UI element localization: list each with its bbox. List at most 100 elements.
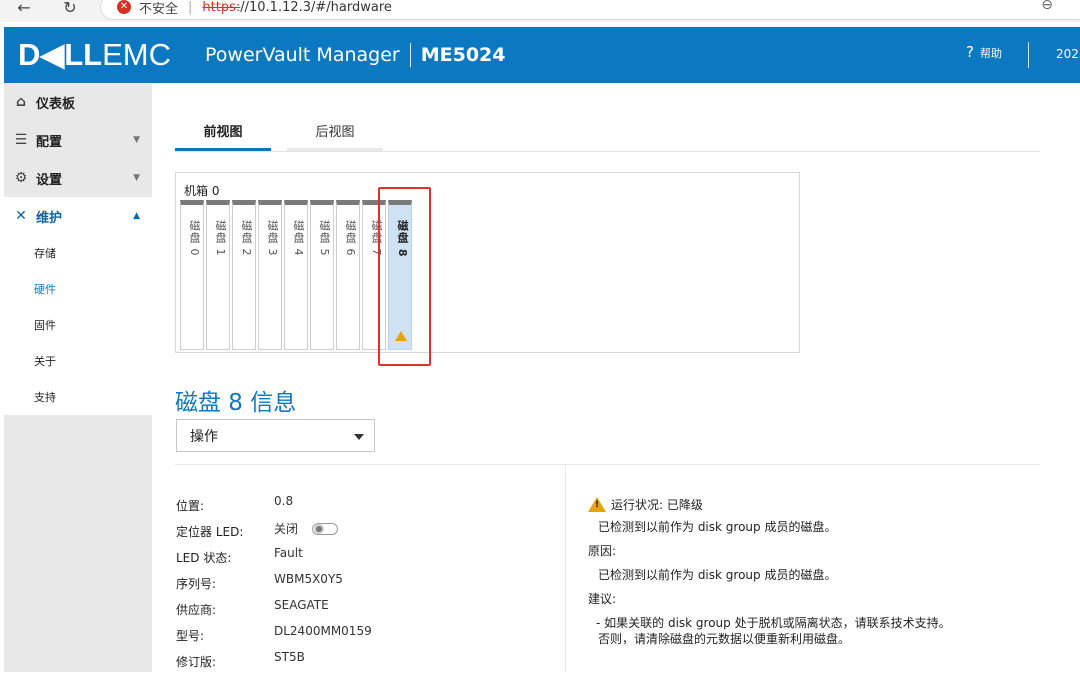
help-button[interactable]: ? 帮助 <box>966 43 1002 61</box>
app-header: D◀LLEMC PowerVault Manager ME5024 ? 帮助 20… <box>4 27 1080 83</box>
chevron-down-icon: ▼ <box>133 135 140 145</box>
property-row: 定位器 LED: 关闭 <box>176 520 556 546</box>
property-value: WBM5X0Y5 <box>274 572 343 586</box>
property-row: 位置: 0.8 <box>176 494 556 520</box>
header-date: 2025- <box>1056 47 1080 61</box>
address-bar[interactable]: ✕ 不安全 | https: //10.1.12.3/#/hardware ⊖ <box>100 0 1080 20</box>
logo-dell-text: D◀LL <box>18 37 103 72</box>
sidebar-item-label: 配置 <box>36 134 63 150</box>
property-label: LED 状态: <box>176 551 232 565</box>
tab-rear-view[interactable]: 后视图 <box>287 113 383 151</box>
sidebar-subitem-storage[interactable]: 存储 <box>4 235 152 271</box>
health-panel: ! 运行状况: 已降级 已检测到以前作为 disk group 成员的磁盘。 原… <box>588 493 1058 647</box>
property-row: 序列号: WBM5X0Y5 <box>176 572 556 598</box>
sidebar-subitem-about[interactable]: 关于 <box>4 343 152 379</box>
disk-slot-label: 磁盘 3 <box>266 220 279 257</box>
property-label: 供应商: <box>176 603 217 617</box>
disk-slot-label: 磁盘 2 <box>240 220 253 257</box>
property-label: 位置: <box>176 499 205 513</box>
disk-slot-label: 磁盘 6 <box>344 220 357 257</box>
column-divider <box>565 464 566 672</box>
property-label: 定位器 LED: <box>176 525 244 539</box>
tab-front-view[interactable]: 前视图 <box>175 113 271 151</box>
gear-icon: ⚙ <box>14 170 28 186</box>
locator-led-state: 关闭 <box>274 522 299 536</box>
sidebar-item-dashboard[interactable]: ⌂ 仪表板 <box>4 83 152 121</box>
disk-info-title: 磁盘 8 信息 <box>175 390 297 416</box>
disk-slot[interactable]: 磁盘 3 <box>258 200 282 350</box>
logo-emc-text: EMC <box>102 37 171 72</box>
disk-slot[interactable]: 磁盘 1 <box>206 200 230 350</box>
sidebar-item-label: 设置 <box>36 172 63 188</box>
view-tabs: 前视图 后视图 <box>175 113 1040 152</box>
property-label: 型号: <box>176 629 205 643</box>
sidebar-item-maintenance[interactable]: ✕ 维护 ▲ <box>4 197 152 235</box>
url-scheme: https: <box>202 0 241 15</box>
advice-text: - 如果关联的 disk group 处于脱机或隔离状态，请联系技术支持。 否则… <box>588 615 1058 647</box>
sidebar-subitem-hardware[interactable]: 硬件 <box>4 271 152 307</box>
insecure-warning-icon[interactable]: ✕ <box>117 0 131 14</box>
property-row: 供应商: SEAGATE <box>176 598 556 624</box>
url-separator: | <box>188 0 193 15</box>
disk-slot-label: 磁盘 4 <box>292 220 305 257</box>
reason-text: 已检测到以前作为 disk group 成员的磁盘。 <box>598 568 837 582</box>
property-value: Fault <box>274 546 303 560</box>
disk-slot[interactable]: 磁盘 4 <box>284 200 308 350</box>
advice-line: - 如果关联的 disk group 处于脱机或隔离状态，请联系技术支持。 <box>596 616 951 630</box>
reload-icon[interactable]: ↻ <box>60 0 80 17</box>
title-divider <box>409 43 411 67</box>
sidebar-subitem-firmware[interactable]: 固件 <box>4 307 152 343</box>
warning-icon: ! <box>588 496 606 512</box>
help-label: 帮助 <box>979 47 1002 60</box>
health-title: 运行状况: 已降级 <box>611 497 703 512</box>
disk-slot[interactable]: 磁盘 5 <box>310 200 334 350</box>
property-value: DL2400MM0159 <box>274 624 372 638</box>
browser-toolbar: ← ↻ ✕ 不安全 | https: //10.1.12.3/#/hardwar… <box>0 0 1080 22</box>
app-title: PowerVault Manager <box>205 44 400 66</box>
enclosure-panel: 机箱 0 磁盘 0 磁盘 1 磁盘 2 磁盘 3 磁盘 4 磁盘 5 磁盘 6 … <box>175 172 800 353</box>
home-icon: ⌂ <box>15 94 27 110</box>
disk-slot[interactable]: 磁盘 6 <box>336 200 360 350</box>
sidebar: ⌂ 仪表板 ☰ 配置 ▼ ⚙ 设置 ▼ ✕ 维护 ▲ 存储 硬件 固件 关于 支… <box>4 83 152 672</box>
sidebar-subitem-support[interactable]: 支持 <box>4 379 152 415</box>
health-status: ! 运行状况: 已降级 <box>588 493 1058 515</box>
sidebar-item-label: 仪表板 <box>36 96 76 112</box>
property-value: ST5B <box>274 650 305 664</box>
action-dropdown-label: 操作 <box>190 428 218 445</box>
property-label: 修订版: <box>176 655 217 669</box>
disk-properties: 位置: 0.8 定位器 LED: 关闭 LED 状态: Fault 序列号: W… <box>176 494 556 676</box>
enclosure-label: 机箱 0 <box>184 184 220 198</box>
header-divider <box>1028 42 1029 68</box>
property-row: 修订版: ST5B <box>176 650 556 676</box>
property-label: 序列号: <box>176 577 217 591</box>
locator-led-toggle[interactable] <box>312 523 338 535</box>
zoom-out-icon[interactable]: ⊖ <box>1041 0 1053 13</box>
disk-slot[interactable]: 磁盘 2 <box>232 200 256 350</box>
toggle-knob <box>316 526 322 532</box>
caret-down-icon <box>354 434 364 440</box>
sidebar-item-settings[interactable]: ⚙ 设置 ▼ <box>4 159 152 197</box>
action-dropdown[interactable]: 操作 <box>176 419 375 452</box>
locator-led-value: 关闭 <box>274 520 338 537</box>
property-row: LED 状态: Fault <box>176 546 556 572</box>
sidebar-item-label: 维护 <box>36 210 63 226</box>
security-status-label[interactable]: 不安全 <box>139 0 178 17</box>
sidebar-item-provisioning[interactable]: ☰ 配置 ▼ <box>4 121 152 159</box>
property-value: SEAGATE <box>274 598 329 612</box>
system-model: ME5024 <box>420 44 506 66</box>
database-icon: ☰ <box>14 132 28 148</box>
url-text: //10.1.12.3/#/hardware <box>240 0 392 15</box>
dell-emc-logo[interactable]: D◀LLEMC <box>18 37 171 73</box>
tools-icon: ✕ <box>15 208 27 224</box>
selection-highlight-box <box>378 187 431 366</box>
health-description: 已检测到以前作为 disk group 成员的磁盘。 <box>598 520 837 534</box>
back-arrow-icon[interactable]: ← <box>14 0 34 17</box>
disk-slot[interactable]: 磁盘 0 <box>180 200 204 350</box>
property-value: 0.8 <box>274 494 294 508</box>
reason-label: 原因: <box>588 544 617 558</box>
advice-line: 否则，请清除磁盘的元数据以便重新利用磁盘。 <box>598 632 851 646</box>
maintenance-submenu: 存储 硬件 固件 关于 支持 <box>4 235 152 415</box>
disk-slot-label: 磁盘 0 <box>188 220 201 257</box>
chevron-down-icon: ▼ <box>133 173 140 183</box>
disk-slot-label: 磁盘 5 <box>318 220 331 257</box>
